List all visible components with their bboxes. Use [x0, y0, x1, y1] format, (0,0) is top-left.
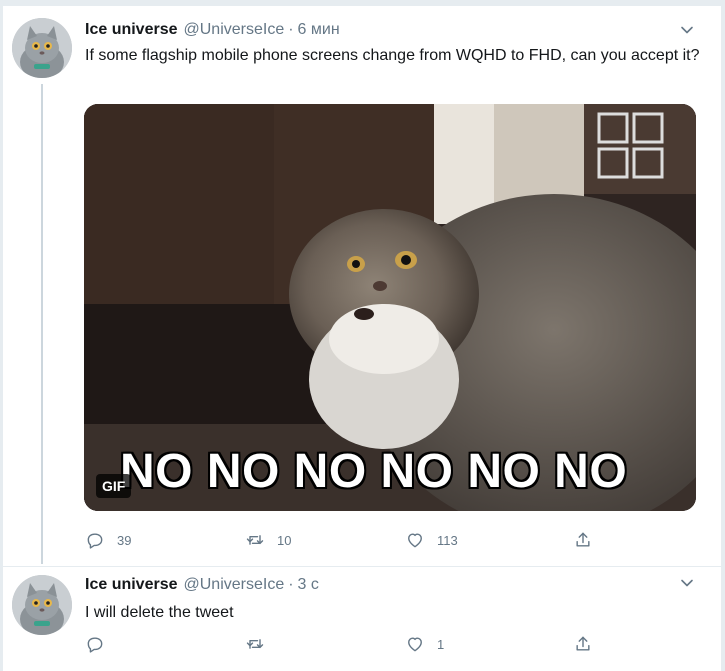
tweet[interactable]: Ice universe @UniverseIce · 6 мин If som…: [3, 6, 721, 567]
retweet-button[interactable]: [245, 632, 277, 656]
cat-avatar-icon: [12, 575, 72, 635]
retweet-icon: [246, 639, 264, 649]
tweet-actions: 1: [85, 632, 605, 656]
share-button[interactable]: [573, 528, 593, 552]
tweet-menu-button[interactable]: [679, 575, 695, 591]
tweet-menu-button[interactable]: [679, 22, 695, 38]
author-handle[interactable]: @UniverseIce: [184, 576, 285, 594]
tweet[interactable]: Ice universe @UniverseIce · 3 с I will d…: [3, 567, 721, 671]
gif-badge: GIF: [96, 474, 132, 498]
retweet-count: 10: [277, 532, 292, 548]
retweet-button[interactable]: 10: [245, 528, 291, 552]
avatar[interactable]: [12, 575, 72, 635]
reply-icon: [87, 637, 103, 653]
window-right-border: [721, 0, 725, 671]
cat-avatar-icon: [12, 18, 72, 78]
tweet-header: Ice universe @UniverseIce · 6 мин: [85, 21, 340, 43]
reply-count: 39: [117, 532, 132, 548]
separator-dot: ·: [288, 21, 294, 38]
retweet-icon: [246, 535, 264, 545]
chevron-down-icon: [681, 26, 693, 34]
tweet-actions: 39 10 113: [85, 528, 605, 552]
avatar[interactable]: [12, 18, 72, 78]
timestamp[interactable]: 6 мин: [298, 21, 340, 39]
heart-icon: [408, 637, 422, 652]
gif-media[interactable]: NO NO NO NO NO NO GIF: [84, 104, 696, 511]
author-name[interactable]: Ice universe: [85, 576, 178, 594]
like-count: 113: [437, 532, 458, 548]
share-button[interactable]: [573, 632, 593, 656]
share-icon: [576, 532, 590, 547]
share-icon: [576, 636, 590, 651]
reply-button[interactable]: 39: [85, 528, 131, 552]
reply-icon: [87, 533, 103, 549]
like-button[interactable]: 1: [405, 632, 444, 656]
like-button[interactable]: 113: [405, 528, 458, 552]
heart-icon: [408, 533, 422, 548]
timestamp[interactable]: 3 с: [298, 576, 319, 594]
author-handle[interactable]: @UniverseIce: [184, 21, 285, 39]
gif-caption: NO NO NO NO NO NO: [120, 445, 628, 498]
reply-button[interactable]: [85, 632, 117, 656]
tweet-header: Ice universe @UniverseIce · 3 с: [85, 576, 319, 598]
separator-dot: ·: [288, 576, 294, 593]
author-name[interactable]: Ice universe: [85, 21, 178, 39]
like-count: 1: [437, 636, 445, 652]
tweet-text: If some flagship mobile phone screens ch…: [85, 47, 700, 64]
chevron-down-icon: [681, 579, 693, 587]
tweet-text: I will delete the tweet: [85, 604, 234, 621]
thread-connector-line: [41, 84, 43, 564]
